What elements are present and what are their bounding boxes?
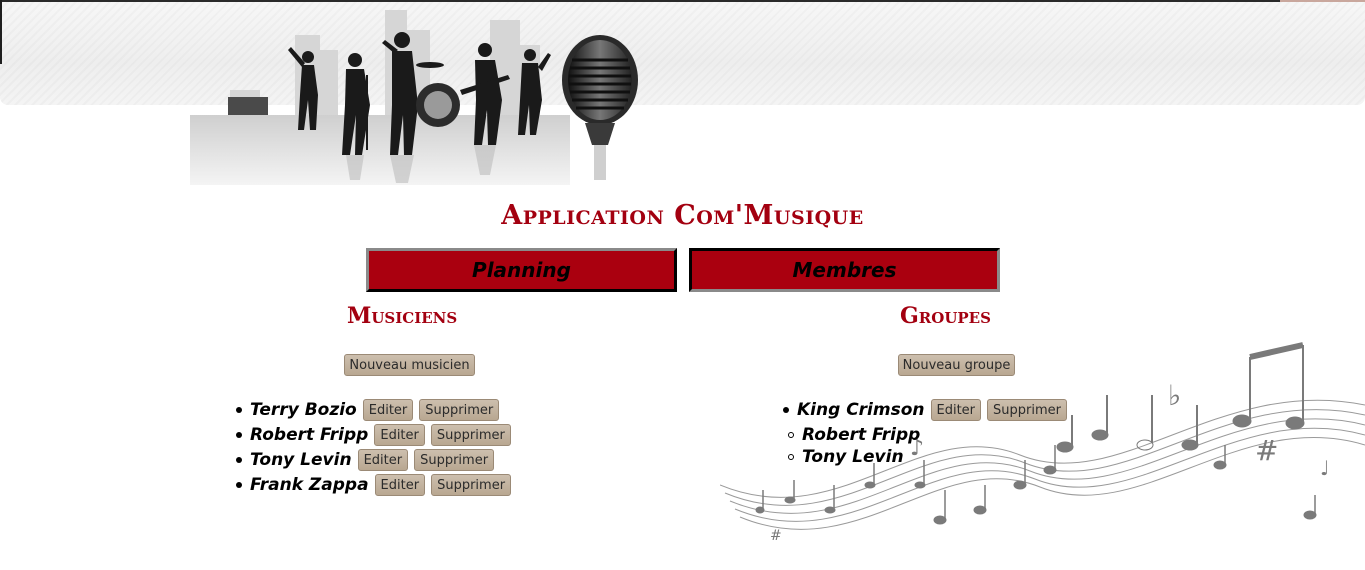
musician-name: Terry Bozio bbox=[250, 400, 357, 420]
membres-nav-button[interactable]: Membres bbox=[689, 248, 1000, 292]
bullet bbox=[236, 457, 242, 463]
musician-name: Frank Zappa bbox=[250, 475, 369, 495]
list-item: Robert Fripp Editer Supprimer bbox=[236, 423, 517, 447]
svg-text:#: # bbox=[1255, 434, 1278, 467]
delete-button[interactable]: Supprimer bbox=[431, 474, 512, 496]
delete-button[interactable]: Supprimer bbox=[430, 424, 511, 446]
new-musician-button[interactable]: Nouveau musicien bbox=[344, 354, 475, 376]
bullet bbox=[783, 407, 789, 413]
delete-button[interactable]: Supprimer bbox=[419, 399, 500, 421]
planning-nav-button[interactable]: Planning bbox=[366, 248, 677, 292]
list-item: Frank Zappa Editer Supprimer bbox=[236, 473, 517, 497]
musician-name: Tony Levin bbox=[250, 450, 352, 470]
list-item: Terry Bozio Editer Supprimer bbox=[236, 398, 505, 422]
musiciens-section-title: Musiciens bbox=[347, 303, 458, 329]
group-member-name: Robert Fripp bbox=[802, 425, 921, 445]
list-item: Robert Fripp bbox=[788, 423, 926, 447]
delete-button[interactable]: Supprimer bbox=[987, 399, 1067, 421]
new-group-button[interactable]: Nouveau groupe bbox=[898, 354, 1015, 376]
list-item: King Crimson Editer Supprimer bbox=[783, 398, 1073, 422]
edit-button[interactable]: Editer bbox=[374, 424, 425, 446]
svg-text:♩: ♩ bbox=[1320, 456, 1329, 480]
header-topline bbox=[0, 0, 1280, 2]
groupes-section-title: Groupes bbox=[900, 303, 991, 329]
edit-button[interactable]: Editer bbox=[357, 449, 409, 471]
header-topline-end bbox=[1280, 0, 1365, 2]
svg-text:#: # bbox=[770, 528, 782, 544]
svg-text:♭: ♭ bbox=[1168, 379, 1181, 412]
list-item: Tony Levin Editer Supprimer bbox=[236, 448, 500, 472]
edit-button[interactable]: Editer bbox=[930, 399, 982, 421]
group-name: King Crimson bbox=[797, 400, 925, 420]
bullet bbox=[236, 432, 242, 438]
app-title: Application Com'Musique bbox=[501, 200, 864, 231]
group-member-name: Tony Levin bbox=[802, 447, 904, 467]
bullet bbox=[236, 482, 242, 488]
bullet bbox=[236, 407, 242, 413]
band-silhouette-image bbox=[190, 10, 638, 185]
bullet bbox=[788, 432, 794, 438]
header-leftline bbox=[0, 0, 2, 64]
edit-button[interactable]: Editer bbox=[362, 399, 414, 421]
bullet bbox=[788, 454, 794, 460]
musician-name: Robert Fripp bbox=[250, 425, 369, 445]
delete-button[interactable]: Supprimer bbox=[414, 449, 495, 471]
list-item: Tony Levin bbox=[788, 445, 910, 469]
edit-button[interactable]: Editer bbox=[374, 474, 426, 496]
